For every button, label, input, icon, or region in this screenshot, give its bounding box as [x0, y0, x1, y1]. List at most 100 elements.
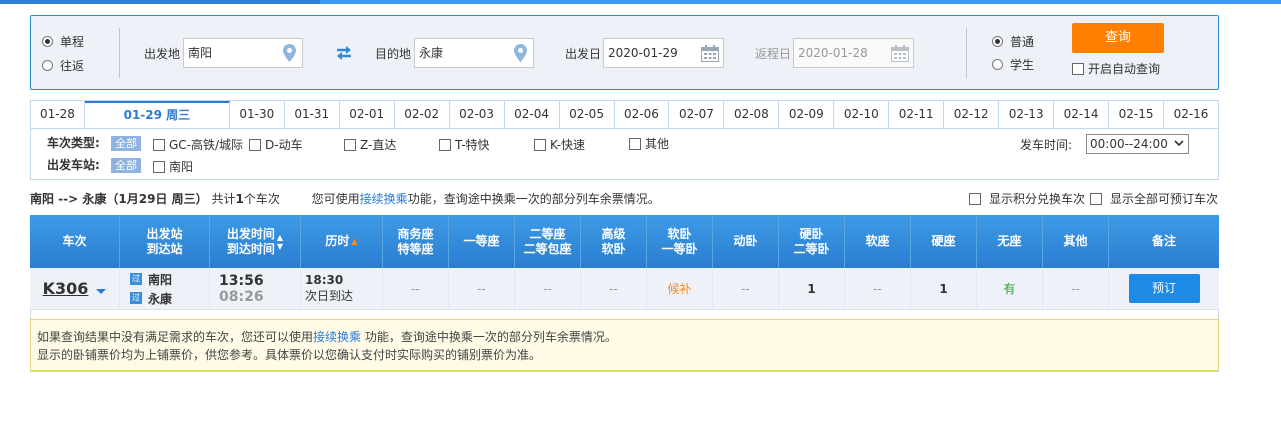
train-type-other-checkbox[interactable]: 其他	[629, 135, 669, 152]
location-pin-icon	[514, 44, 527, 62]
seat-second: --	[515, 268, 581, 309]
date-tab[interactable]: 02-03	[449, 101, 505, 129]
date-tab[interactable]: 01-29 周三	[84, 101, 230, 129]
notice-line-1-prefix: 如果查询结果中没有满足需求的车次，您还可以使用	[37, 330, 314, 344]
table-row: K306 过南阳 过永康 13:56 08:26 18:30 次日到达 -- -…	[30, 268, 1219, 310]
date-tab[interactable]: 02-11	[889, 101, 945, 129]
checkbox-box	[1090, 192, 1102, 205]
date-tabs: 01-28 01-29 周三 01-30 01-31 02-01 02-02 02-03 02…	[30, 100, 1219, 129]
book-button[interactable]: 预订	[1128, 274, 1200, 303]
radio-passenger-student[interactable]: 学生	[992, 56, 1034, 73]
column-header-line-1: 动卧	[733, 234, 758, 248]
query-button[interactable]: 查询	[1072, 23, 1164, 53]
column-header-line-2: 二等包座	[523, 241, 572, 256]
checkbox-box	[534, 138, 546, 151]
column-header-line-1: 一等座	[463, 234, 500, 248]
depart-date-input[interactable]: 2020-01-29	[603, 38, 724, 68]
divider	[966, 28, 967, 78]
transfer-link[interactable]: 接续换乘	[360, 192, 408, 206]
checkbox-box	[629, 137, 641, 150]
radio-dot	[992, 36, 1003, 47]
expand-chevron-icon[interactable]	[96, 289, 107, 294]
date-tab[interactable]: 02-06	[614, 101, 670, 129]
return-date-label: 返程日	[755, 47, 792, 61]
return-date-input[interactable]: 2020-01-28	[793, 38, 914, 68]
date-tab[interactable]: 02-07	[669, 101, 725, 129]
date-tab[interactable]: 02-13	[999, 101, 1055, 129]
show-all-checkbox[interactable]: 显示全部可预订车次	[1090, 190, 1218, 207]
date-tab[interactable]: 02-01	[339, 101, 395, 129]
date-tab[interactable]: 02-14	[1054, 101, 1110, 129]
tip-prefix: 您可使用	[311, 192, 360, 206]
train-type-k-checkbox[interactable]: K-快速	[534, 136, 585, 153]
train-type-d-checkbox[interactable]: D-动车	[249, 136, 303, 153]
depart-time-label: 发车时间:	[1020, 138, 1073, 152]
column-header[interactable]: 历时 ▲	[301, 215, 383, 268]
sort-up-icon[interactable]: ▲	[351, 237, 357, 246]
column-header[interactable]: 出发时间 到达时间 ▲ ▼	[210, 215, 301, 268]
tip-suffix: 功能，查询途中换乘一次的部分列车余票情况。	[407, 192, 660, 206]
show-points-checkbox[interactable]: 显示积分兑换车次	[969, 190, 1085, 207]
seat-no-seat: 有	[977, 268, 1043, 309]
column-header-line-2: 到达时间	[226, 241, 275, 256]
to-value: 永康	[419, 46, 444, 60]
date-tab[interactable]: 02-15	[1109, 101, 1165, 129]
checkbox-box	[153, 138, 165, 151]
column-header-line-2: 到达站	[146, 241, 183, 256]
column-header: 车次	[30, 215, 120, 268]
notice-transfer-link[interactable]: 接续换乘	[313, 330, 361, 344]
date-tab[interactable]: 02-02	[394, 101, 450, 129]
depart-date-label: 出发日	[565, 47, 602, 61]
train-type-t-checkbox[interactable]: T-特快	[439, 136, 490, 153]
column-header: 高级 软卧	[581, 215, 647, 268]
train-type-z-checkbox[interactable]: Z-直达	[344, 136, 396, 153]
column-header: 软座	[845, 215, 911, 268]
count-prefix: 共计	[211, 192, 236, 206]
from-station-name: 南阳	[148, 272, 173, 287]
seat-premium-soft-sleeper: --	[581, 268, 647, 309]
radio-passenger-normal[interactable]: 普通	[992, 33, 1034, 50]
train-type-gc-checkbox[interactable]: GC-高铁/城际	[153, 136, 243, 153]
seat-soft-sleeper[interactable]: 候补	[647, 268, 713, 309]
date-tab[interactable]: 02-16	[1164, 101, 1218, 129]
date-tab[interactable]: 02-10	[834, 101, 890, 129]
date-tab[interactable]: 02-09	[779, 101, 835, 129]
depart-time-select[interactable]: 00:00--24:00	[1086, 134, 1189, 154]
radio-one-way-label: 单程	[60, 35, 85, 49]
to-input[interactable]: 永康	[414, 38, 534, 68]
sort-arrows-icon[interactable]: ▲ ▼	[277, 233, 283, 251]
date-tab[interactable]: 02-04	[504, 101, 560, 129]
date-tab[interactable]: 01-31	[284, 101, 340, 129]
date-tab[interactable]: 02-12	[944, 101, 1000, 129]
station-checkbox[interactable]: 南阳	[153, 158, 193, 175]
column-header-label: 车次	[62, 234, 86, 249]
location-pin-icon	[283, 44, 296, 62]
duration-cell: 18:30 次日到达	[301, 268, 383, 309]
radio-one-way[interactable]: 单程	[42, 33, 84, 50]
notice-line-2: 显示的卧铺票价均为上铺票价，供您参考。具体票价以您确认支付时实际购买的铺别票价为…	[37, 348, 542, 362]
column-header-line-1: 软座	[865, 234, 890, 248]
radio-round-trip[interactable]: 往返	[42, 57, 84, 74]
column-header-label: 出发时间 到达时间	[227, 227, 275, 257]
train-type-all-button[interactable]: 全部	[111, 136, 141, 151]
date-tab[interactable]: 02-08	[724, 101, 780, 129]
date-tab[interactable]: 01-30	[229, 101, 285, 129]
depart-date-value: 2020-01-29	[608, 46, 678, 60]
from-input[interactable]: 南阳	[183, 38, 303, 68]
train-type-label-item: K-快速	[550, 138, 585, 152]
date-tab[interactable]: 01-28	[31, 101, 85, 129]
duration-value: 18:30	[305, 273, 344, 287]
column-header-label: 硬座	[931, 234, 955, 249]
auto-query-checkbox[interactable]: 开启自动查询	[1072, 60, 1160, 77]
route-text: 南阳 --> 永康（1月29日 周三）	[30, 192, 208, 206]
train-number-link[interactable]: K306	[43, 279, 89, 298]
swap-icon[interactable]	[335, 45, 353, 61]
column-header: 软卧 一等卧	[647, 215, 713, 268]
date-tab[interactable]: 02-05	[559, 101, 615, 129]
radio-dot	[42, 60, 53, 71]
column-header-label: 出发站 到达站	[146, 227, 182, 257]
column-header-line-1: 商务座	[397, 226, 434, 241]
depart-time: 13:56	[219, 272, 264, 289]
column-header-line-1: 软卧	[667, 226, 692, 241]
station-all-button[interactable]: 全部	[111, 158, 141, 173]
